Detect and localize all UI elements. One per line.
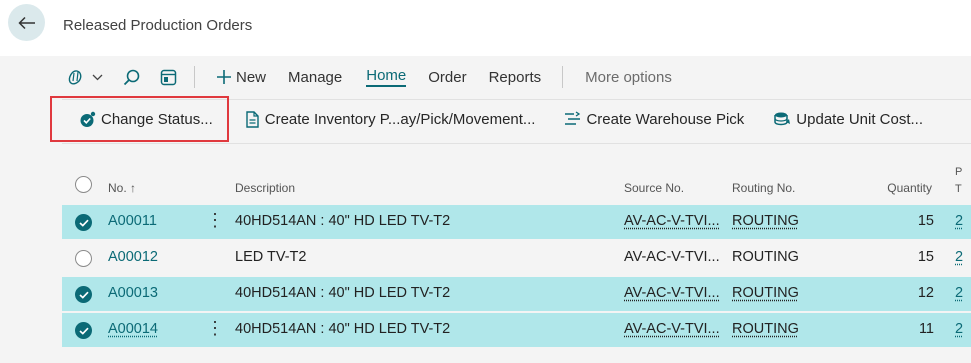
row-actions-icon[interactable]: ⋮	[206, 319, 224, 337]
update-unit-cost-label: Update Unit Cost...	[796, 110, 924, 128]
quantity-cell: 15	[917, 213, 934, 229]
quantity-cell: 12	[917, 285, 934, 301]
more-options-button[interactable]: More options	[585, 69, 672, 86]
column-header-source-no[interactable]: Source No.	[624, 181, 684, 195]
table-row[interactable]: A00012 LED TV-T2 AV-AC-V-TVI... ROUTING …	[62, 241, 971, 275]
change-status-button[interactable]: Change Status...	[79, 111, 213, 128]
manage-menu[interactable]: Manage	[288, 69, 342, 86]
create-warehouse-pick-button[interactable]: Create Warehouse Pick	[564, 111, 744, 128]
chevron-down-icon[interactable]	[90, 66, 104, 88]
order-no-link[interactable]: A00011	[108, 213, 157, 229]
create-inventory-button[interactable]: Create Inventory P...ay/Pick/Movement...	[245, 110, 536, 128]
search-icon[interactable]	[120, 66, 142, 88]
description-cell: 40HD514AN : 40" HD LED TV-T2	[235, 321, 451, 337]
column-header-description[interactable]: Description	[235, 181, 295, 195]
routing-no-cell[interactable]: ROUTING	[732, 321, 799, 337]
tab-home[interactable]: Home	[366, 67, 407, 87]
source-no-cell[interactable]: AV-AC-V-TVI...	[624, 249, 720, 265]
routing-no-cell[interactable]: ROUTING	[732, 249, 799, 265]
change-status-label: Change Status...	[101, 110, 213, 128]
page-title: Released Production Orders	[63, 17, 253, 34]
extra-cell[interactable]: 2	[955, 285, 963, 301]
divider	[62, 143, 971, 144]
copilot-icon[interactable]	[62, 66, 90, 88]
grid-header: No. ↑ Description Source No. Routing No.…	[62, 166, 971, 206]
quantity-cell: 11	[918, 321, 934, 337]
routing-no-cell[interactable]: ROUTING	[732, 285, 799, 301]
arrow-left-icon	[17, 16, 35, 29]
reports-menu[interactable]: Reports	[489, 69, 542, 86]
source-no-cell[interactable]: AV-AC-V-TVI...	[624, 285, 720, 301]
extra-cell[interactable]: 2	[955, 321, 963, 337]
plus-icon	[217, 70, 231, 84]
source-no-cell[interactable]: AV-AC-V-TVI...	[624, 321, 720, 337]
row-checkbox[interactable]	[75, 214, 92, 231]
order-no-link[interactable]: A00013	[108, 285, 158, 301]
source-no-cell[interactable]: AV-AC-V-TVI...	[624, 213, 720, 229]
promoted-actions: Change Status... Create Inventory P...ay…	[50, 96, 923, 142]
extra-cell[interactable]: 2	[955, 213, 963, 229]
warehouse-pick-icon	[565, 111, 581, 125]
page-content: New Manage Home Order Reports More optio…	[0, 56, 971, 363]
quantity-cell: 15	[917, 249, 934, 265]
table-row[interactable]: A00011 ⋮ 40HD514AN : 40" HD LED TV-T2 AV…	[62, 205, 971, 239]
description-cell: LED TV-T2	[235, 249, 307, 265]
back-button[interactable]	[8, 4, 45, 41]
row-checkbox[interactable]	[75, 286, 92, 303]
row-checkbox[interactable]	[75, 322, 92, 339]
column-header-extra[interactable]: P T	[955, 164, 962, 198]
description-cell: 40HD514AN : 40" HD LED TV-T2	[235, 285, 451, 301]
update-unit-cost-button[interactable]: Update Unit Cost...	[773, 111, 923, 128]
row-checkbox[interactable]	[75, 250, 92, 267]
column-header-quantity[interactable]: Quantity	[872, 181, 932, 195]
column-header-routing-no[interactable]: Routing No.	[732, 181, 795, 195]
column-header-extra-top: P	[955, 166, 963, 178]
column-header-no[interactable]: No. ↑	[108, 181, 136, 195]
order-no-link[interactable]: A00012	[108, 249, 158, 265]
table-row[interactable]: A00014 ⋮ 40HD514AN : 40" HD LED TV-T2 AV…	[62, 313, 971, 347]
new-label: New	[236, 68, 267, 86]
table-row[interactable]: A00013 40HD514AN : 40" HD LED TV-T2 AV-A…	[62, 277, 971, 311]
create-inventory-label: Create Inventory P...ay/Pick/Movement...	[264, 110, 536, 128]
order-no-link[interactable]: A00014	[108, 321, 158, 337]
document-icon	[246, 110, 259, 128]
new-button[interactable]: New	[216, 69, 266, 86]
create-warehouse-pick-label: Create Warehouse Pick	[586, 110, 745, 128]
separator	[194, 66, 195, 88]
order-menu[interactable]: Order	[428, 69, 466, 86]
action-bar: New Manage Home Order Reports More optio…	[62, 64, 672, 90]
routing-no-cell[interactable]: ROUTING	[732, 213, 799, 229]
change-status-icon	[80, 111, 96, 127]
filter-pane-icon[interactable]	[157, 66, 179, 88]
separator	[562, 66, 564, 88]
extra-cell[interactable]: 2	[955, 249, 963, 265]
select-all-checkbox[interactable]	[75, 176, 92, 193]
update-cost-icon	[774, 112, 791, 126]
column-header-extra-bottom: T	[955, 183, 962, 195]
row-actions-icon[interactable]: ⋮	[206, 211, 224, 229]
top-bar: Released Production Orders	[0, 0, 971, 56]
description-cell: 40HD514AN : 40" HD LED TV-T2	[235, 213, 451, 229]
